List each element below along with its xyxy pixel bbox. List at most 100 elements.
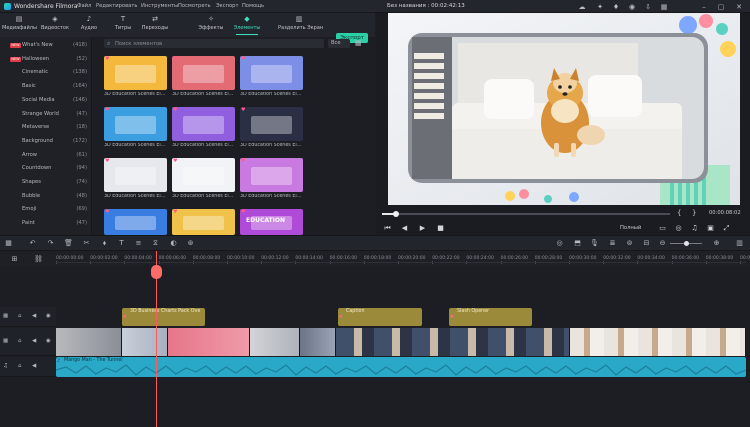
menu-help[interactable]: Помощь	[242, 3, 264, 9]
sidebar-item[interactable]: Strange World (47)	[0, 108, 92, 121]
menu-edit[interactable]: Редактировать	[96, 3, 137, 9]
redo-icon[interactable]: ↷	[46, 239, 55, 248]
timeline-zoom-slider[interactable]	[670, 241, 702, 246]
quality-dropdown[interactable]: Полный	[620, 224, 656, 233]
split-icon[interactable]: ⧖	[151, 239, 160, 248]
sidebar-item[interactable]: Paint (47)	[0, 217, 92, 230]
sidebar-item[interactable]: Metaverse (18)	[0, 121, 92, 134]
favorite-icon[interactable]: ♥	[241, 159, 246, 164]
undo-icon[interactable]: ↶	[28, 239, 37, 248]
video-clip[interactable]	[300, 328, 336, 356]
tab-audio[interactable]: ♪ Аудио	[72, 15, 106, 35]
tab-media[interactable]: ▤ Медиафайлы	[2, 15, 37, 35]
menu-tools[interactable]: Инструменты	[141, 3, 178, 9]
element-thumbnail[interactable]: ♥	[104, 209, 167, 235]
layout-icon[interactable]: ▦	[660, 3, 668, 11]
add-track-icon[interactable]: ⊞	[10, 255, 19, 264]
favorite-icon[interactable]: ♥	[105, 210, 110, 215]
sidebar-item[interactable]: NEW Halloween (52)	[0, 53, 92, 66]
favorite-icon[interactable]: ♥	[173, 210, 178, 215]
shield-icon[interactable]: ⬒	[573, 239, 582, 248]
eye-icon[interactable]: ◉	[46, 313, 51, 319]
lock-icon[interactable]: ⌂	[18, 338, 22, 344]
video-clip[interactable]	[122, 328, 168, 356]
mute-icon[interactable]: ◀	[32, 338, 36, 344]
snapshot-icon[interactable]: ◎	[674, 224, 683, 233]
snap-icon[interactable]: ⊟	[642, 239, 651, 248]
sidebar-item[interactable]: Emoji (69)	[0, 203, 92, 216]
favorite-icon[interactable]: ♥	[241, 57, 246, 62]
lock-icon[interactable]: ⌂	[18, 363, 22, 369]
account-icon[interactable]: ◉	[628, 3, 636, 11]
element-thumbnail[interactable]: ♥	[104, 158, 167, 192]
tab-transitions[interactable]: ⇄ Переходы	[138, 15, 172, 35]
preview-scrubber[interactable]	[382, 211, 670, 217]
title-clip[interactable]: ♥ Caption	[338, 308, 422, 326]
close-icon[interactable]: ✕	[735, 3, 743, 11]
video-clip[interactable]	[570, 328, 746, 356]
render-preview-icon[interactable]: ◎	[555, 239, 564, 248]
zoom-handle[interactable]	[684, 241, 689, 246]
text-tool-icon[interactable]: T	[117, 239, 126, 248]
playhead-handle[interactable]	[151, 265, 162, 279]
favorite-icon[interactable]: ♥	[173, 57, 178, 62]
sidebar-item[interactable]: Basic (164)	[0, 80, 92, 93]
favorite-icon[interactable]: ♥	[241, 108, 246, 113]
display-icon[interactable]: ▣	[706, 224, 715, 233]
favorite-icon[interactable]: ♥	[105, 57, 110, 62]
zoom-in-icon[interactable]: ⊕	[712, 239, 721, 248]
element-thumbnail[interactable]: ♥	[240, 158, 303, 192]
color-icon[interactable]: ◐	[169, 239, 178, 248]
lock-icon[interactable]: ⌂	[18, 313, 22, 319]
sidebar-item[interactable]: Arrow (61)	[0, 149, 92, 162]
preview-canvas[interactable]	[388, 13, 740, 205]
layout-grid-icon[interactable]: ▦	[4, 239, 13, 248]
ai-icon[interactable]: ⊚	[625, 239, 634, 248]
link-icon[interactable]: ⛓	[34, 255, 43, 264]
element-thumbnail[interactable]: ♥	[172, 158, 235, 192]
mute-icon[interactable]: ◀	[32, 313, 36, 319]
favorite-icon[interactable]: ♥	[241, 210, 246, 215]
sidebar-item[interactable]: Bubble (48)	[0, 190, 92, 203]
delete-icon[interactable]: 🗑	[64, 239, 73, 248]
sidebar-item[interactable]: Background (172)	[0, 135, 92, 148]
tab-elements[interactable]: ◆ Элементы	[230, 15, 264, 35]
title-clip[interactable]: ♥ Slash Opener	[449, 308, 532, 326]
element-thumbnail[interactable]: ♥	[240, 56, 303, 90]
speed-icon[interactable]: ≡	[134, 239, 143, 248]
video-track[interactable]	[56, 328, 746, 356]
favorite-icon[interactable]: ♥	[173, 108, 178, 113]
video-clip[interactable]	[168, 328, 250, 356]
video-clip[interactable]	[336, 328, 570, 356]
tab-split-screen[interactable]: ▥ Разделить Экран	[278, 15, 323, 35]
tab-stock[interactable]: ◈ Видеосток	[38, 15, 72, 35]
menu-view[interactable]: Посмотреть	[178, 3, 211, 9]
mute-icon[interactable]: ◀	[32, 363, 36, 369]
search-input[interactable]	[115, 39, 315, 48]
step-back-icon[interactable]: ⏮	[383, 224, 392, 233]
element-thumbnail[interactable]: ♥	[104, 56, 167, 90]
prev-frame-icon[interactable]: ◀	[400, 224, 409, 233]
fullscreen-icon[interactable]: ⤢	[722, 224, 731, 233]
sidebar-item[interactable]: Shapes (74)	[0, 176, 92, 189]
play-icon[interactable]: ▶	[418, 224, 427, 233]
element-thumbnail[interactable]: ♥	[172, 209, 235, 235]
cut-icon[interactable]: ✂	[82, 239, 91, 248]
tab-effects[interactable]: ✧ Эффекты	[194, 15, 228, 35]
audio-clip[interactable]: ♪ Mango Man - The Tunnel	[56, 357, 746, 377]
audio-mix-icon[interactable]: ⊛	[186, 239, 195, 248]
video-clip[interactable]	[250, 328, 300, 356]
sidebar-item[interactable]: Social Media (146)	[0, 94, 92, 107]
render-icon[interactable]: ▭	[658, 224, 667, 233]
stop-icon[interactable]: ■	[436, 224, 445, 233]
voice-icon[interactable]: ≣	[608, 239, 617, 248]
mic-icon[interactable]: 🎙	[590, 239, 599, 248]
mark-in-icon[interactable]: {	[677, 209, 681, 217]
panel-toggle-icon[interactable]: ▥	[735, 239, 744, 248]
element-thumbnail[interactable]: ♥	[104, 107, 167, 141]
video-clip[interactable]	[56, 328, 122, 356]
tab-titles[interactable]: T Титры	[106, 15, 140, 35]
maximize-icon[interactable]: ▢	[717, 3, 725, 11]
sidebar-item[interactable]: Countdown (94)	[0, 162, 92, 175]
eye-icon[interactable]: ◉	[46, 338, 51, 344]
